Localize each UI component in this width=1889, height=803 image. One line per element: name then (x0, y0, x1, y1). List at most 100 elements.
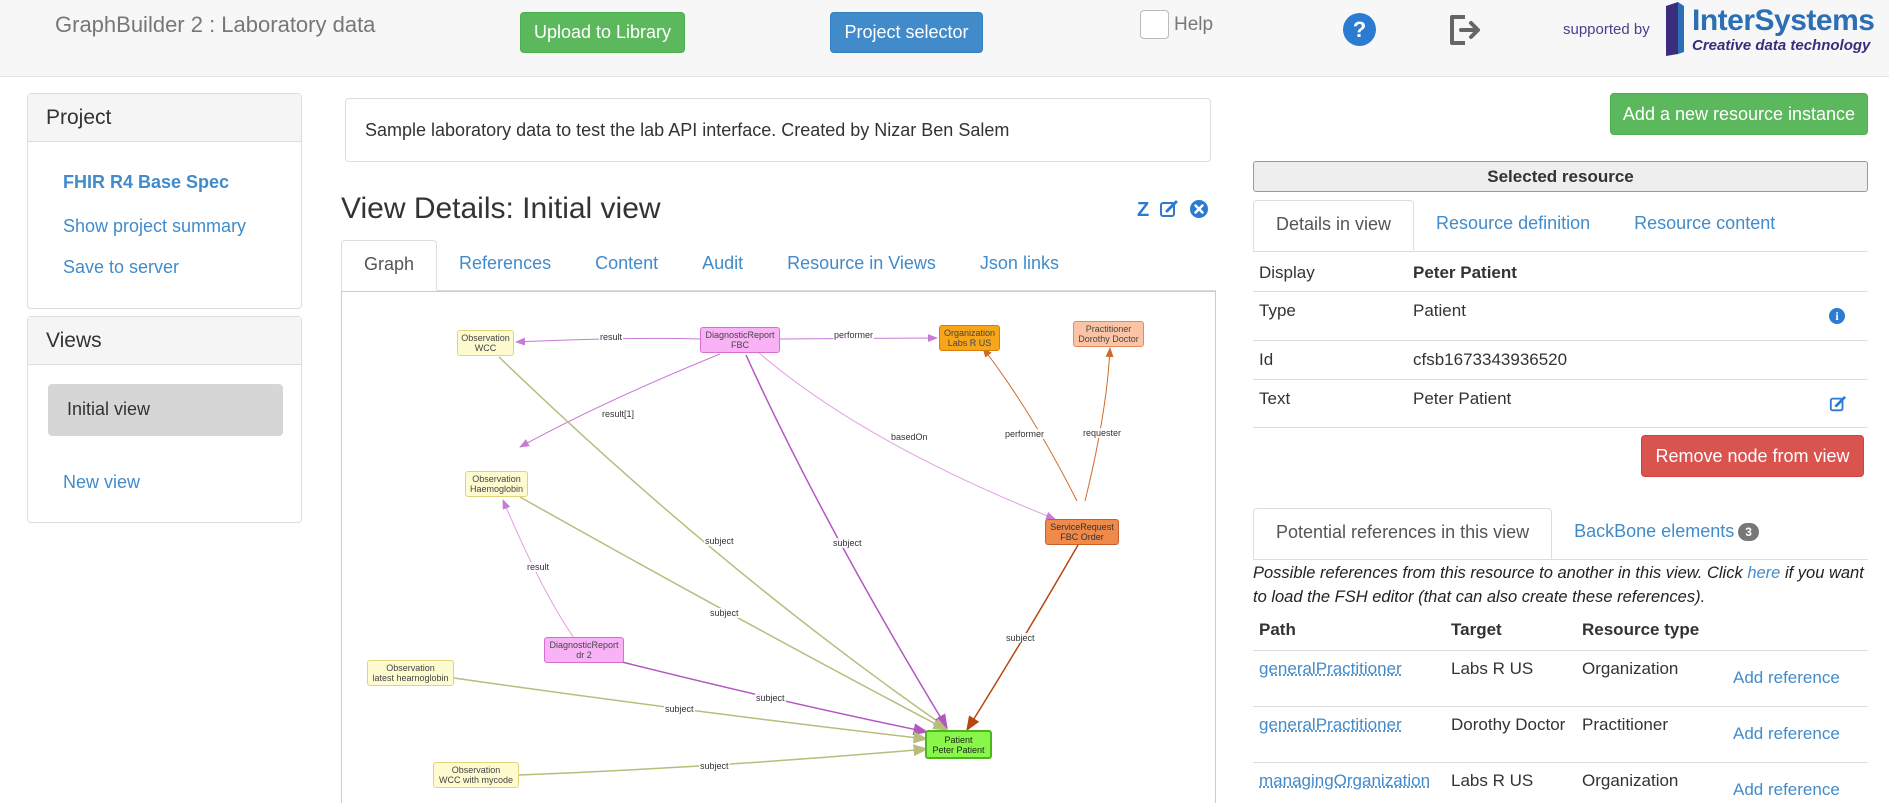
ref-target: Labs R US (1451, 771, 1534, 790)
ref-type: Practitioner (1582, 715, 1668, 734)
upload-to-library-button[interactable]: Upload to Library (520, 12, 685, 53)
tab-resource-in-views[interactable]: Resource in Views (765, 240, 958, 291)
project-panel: Project FHIR R4 Base Spec Show project s… (27, 93, 302, 309)
edge-label-result1: result[1] (601, 409, 636, 419)
edge-requester (1084, 347, 1114, 502)
details-row: Display Peter Patient (1253, 251, 1868, 291)
add-reference-button[interactable]: Add reference (1733, 668, 1840, 688)
tab-backbone-elements[interactable]: BackBone elements 3 (1552, 508, 1781, 559)
node-practitioner-dorothy[interactable]: Practitioner Dorothy Doctor (1073, 321, 1144, 347)
edge-label-result-dr2: result (526, 562, 551, 572)
potential-references-help: Possible references from this resource t… (1253, 564, 1864, 606)
detail-value: Peter Patient (1413, 389, 1512, 408)
edge-label-requester: requester (1082, 428, 1123, 438)
ref-target: Dorothy Doctor (1451, 715, 1566, 734)
edge-label-subject: subject (755, 693, 786, 703)
fhir-spec-link[interactable]: FHIR R4 Base Spec (63, 172, 229, 193)
ref-target: Labs R US (1451, 659, 1534, 678)
edge-label-subject: subject (1005, 633, 1036, 643)
graph-canvas[interactable]: Observation WCC DiagnosticReport FBC Organ… (341, 291, 1216, 803)
column-resource-type: Resource type (1582, 620, 1700, 639)
edge-label-subject: subject (699, 761, 730, 771)
project-description: Sample laboratory data to test the lab A… (345, 98, 1211, 162)
supported-by-text: supported by (1563, 21, 1650, 38)
graph-edges (453, 334, 1114, 776)
logo-tagline: Creative data technology (1692, 37, 1871, 54)
edge-label-basedon: basedOn (890, 432, 929, 442)
edge-label-subject: subject (832, 538, 863, 548)
edge-label-subject: subject (664, 704, 695, 714)
top-bar: GraphBuilder 2 : Laboratory data Upload … (0, 0, 1889, 77)
tab-content[interactable]: Content (573, 240, 680, 291)
save-to-server-link[interactable]: Save to server (63, 257, 179, 278)
column-path: Path (1259, 620, 1296, 639)
info-icon[interactable]: i (1829, 308, 1845, 324)
node-diagnosticreport-dr2[interactable]: DiagnosticReport dr 2 (544, 637, 624, 663)
node-organization-labs[interactable]: Organization Labs R US (939, 325, 1000, 351)
tab-resource-content[interactable]: Resource content (1612, 200, 1797, 251)
ref-path-link[interactable]: generalPractitioner (1259, 659, 1402, 679)
show-project-summary-link[interactable]: Show project summary (63, 216, 246, 237)
details-row: Type Patient (1253, 291, 1868, 340)
close-circle-icon[interactable] (1189, 199, 1209, 224)
selected-resource-header: Selected resource (1253, 161, 1868, 192)
ref-type: Organization (1582, 659, 1679, 678)
tab-audit[interactable]: Audit (680, 240, 765, 291)
remove-node-button[interactable]: Remove node from view (1641, 435, 1864, 477)
project-panel-title: Project (28, 94, 301, 142)
logout-icon[interactable] (1447, 13, 1483, 52)
edge-label-performer-top: performer (833, 330, 875, 340)
node-servicerequest-fbc[interactable]: ServiceRequest FBC Order (1045, 519, 1119, 545)
edge-performer (982, 347, 1078, 502)
node-patient-peter[interactable]: Patient Peter Patient (925, 730, 992, 759)
details-row: Id cfsb1673343936520 (1253, 340, 1868, 379)
help-label: Help (1174, 14, 1214, 35)
ref-path-link[interactable]: managingOrganization (1259, 771, 1430, 791)
node-observation-wcc[interactable]: Observation WCC (457, 330, 514, 356)
edge-label-subject: subject (704, 536, 735, 546)
view-title: View Details: Initial view (341, 192, 661, 225)
edge-label-subject: subject (709, 608, 740, 618)
ref-tabs-divider (1253, 559, 1868, 560)
node-observation-haemoglobin[interactable]: Observation Haemoglobin (465, 471, 528, 497)
add-reference-button[interactable]: Add reference (1733, 780, 1840, 800)
new-view-link[interactable]: New view (63, 472, 140, 493)
tab-graph[interactable]: Graph (341, 240, 438, 291)
logo-name: InterSystems (1692, 4, 1875, 37)
app-title: GraphBuilder 2 : Laboratory data (55, 12, 376, 37)
details-row: Text Peter Patient (1253, 379, 1868, 428)
detail-label: Id (1259, 350, 1274, 369)
reference-tabs: Potential references in this view BackBo… (1253, 508, 1781, 559)
detail-value: cfsb1673343936520 (1413, 350, 1568, 369)
fsh-editor-link[interactable]: here (1747, 564, 1780, 582)
edge-label-performer: performer (1004, 429, 1046, 439)
view-item-initial[interactable]: Initial view (48, 384, 283, 436)
add-reference-button[interactable]: Add reference (1733, 724, 1840, 744)
resource-tabs: Details in view Resource definition Reso… (1253, 200, 1797, 251)
ref-path-link[interactable]: generalPractitioner (1259, 715, 1402, 735)
tab-json-links[interactable]: Json links (958, 240, 1081, 291)
node-observation-latest-haemoglobin[interactable]: Observation latest hearnoglobin (367, 660, 454, 686)
column-target: Target (1451, 620, 1502, 639)
backbone-count-badge: 3 (1738, 523, 1759, 542)
add-resource-instance-button[interactable]: Add a new resource instance (1610, 93, 1868, 135)
node-observation-wcc-mycode[interactable]: Observation WCC with mycode (433, 762, 519, 788)
tab-resource-definition[interactable]: Resource definition (1414, 200, 1612, 251)
project-selector-button[interactable]: Project selector (830, 12, 983, 53)
view-tabs: Graph References Content Audit Resource … (341, 240, 1081, 291)
help-checkbox[interactable] (1140, 10, 1169, 39)
tab-references[interactable]: References (437, 240, 573, 291)
edit-text-icon[interactable] (1829, 395, 1847, 418)
intersystems-logo-icon (1660, 0, 1688, 63)
views-panel-title: Views (28, 317, 301, 365)
ref-type: Organization (1582, 771, 1679, 790)
views-panel: Views Initial view New view (27, 316, 302, 523)
tab-details-in-view[interactable]: Details in view (1253, 200, 1415, 251)
detail-label: Display (1259, 263, 1315, 282)
z-order-icon[interactable]: Z (1137, 199, 1149, 222)
tab-potential-references[interactable]: Potential references in this view (1253, 508, 1553, 559)
question-icon[interactable]: ? (1343, 13, 1376, 46)
detail-label: Type (1259, 301, 1296, 320)
node-diagnosticreport-fbc[interactable]: DiagnosticReport FBC (700, 327, 780, 353)
edit-icon[interactable] (1159, 199, 1179, 224)
